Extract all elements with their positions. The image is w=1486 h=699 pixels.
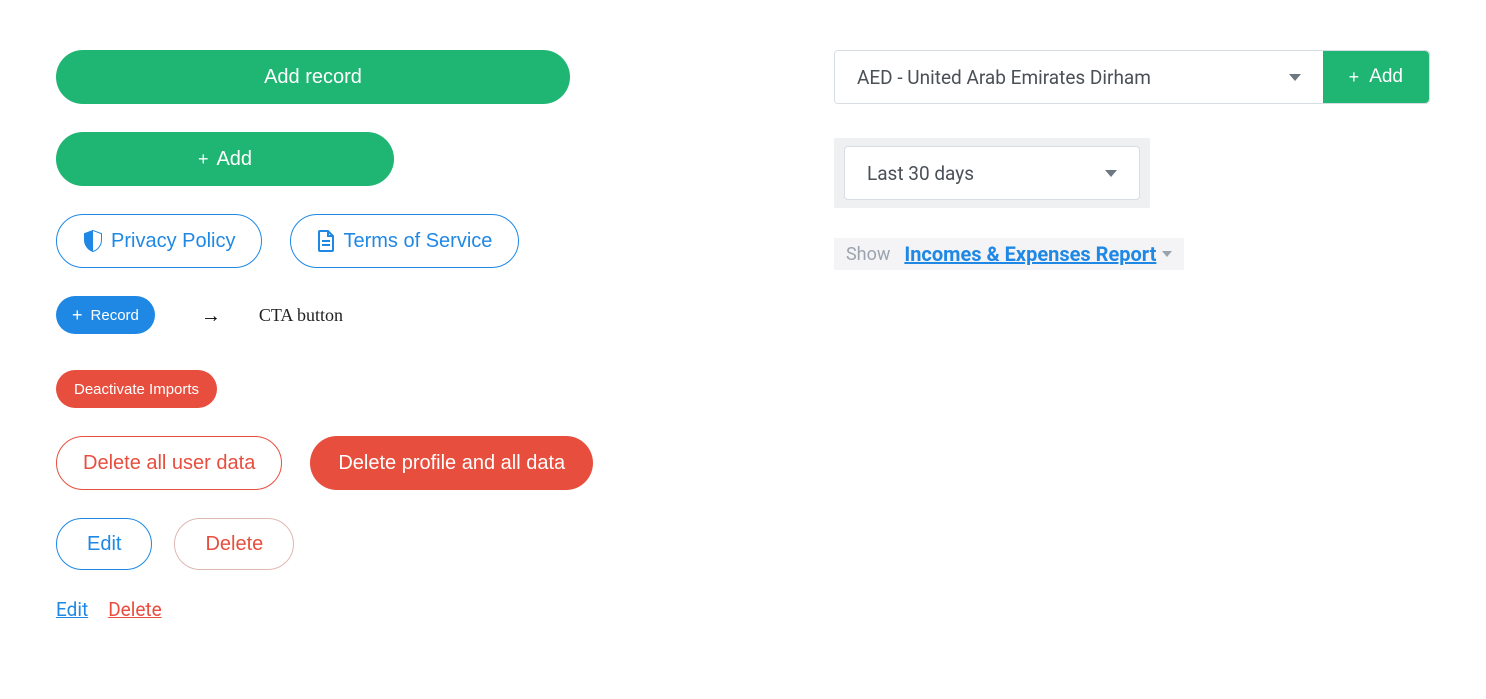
terms-label: Terms of Service (343, 230, 492, 253)
delete-profile-button[interactable]: Delete profile and all data (310, 436, 593, 490)
add-record-label: Add record (264, 66, 362, 89)
show-label: Show (846, 244, 890, 265)
period-select[interactable]: Last 30 days (844, 146, 1140, 200)
delete-label: Delete (205, 533, 263, 556)
arrow-right-icon: → (201, 303, 221, 328)
add-record-button[interactable]: Add record (56, 50, 570, 104)
shield-icon (83, 230, 103, 252)
add-label: Add (216, 148, 252, 171)
currency-selected-value: AED - United Arab Emirates Dirham (857, 66, 1151, 89)
document-icon (317, 230, 335, 252)
currency-select[interactable]: AED - United Arab Emirates Dirham (835, 51, 1323, 103)
chevron-down-icon (1162, 251, 1172, 257)
edit-label: Edit (87, 533, 121, 556)
report-select-link[interactable]: Incomes & Expenses Report (904, 242, 1172, 266)
deactivate-imports-button[interactable]: Deactivate Imports (56, 370, 217, 408)
deactivate-label: Deactivate Imports (74, 381, 199, 398)
record-cta-button[interactable]: + Record (56, 296, 155, 334)
delete-link[interactable]: Delete (108, 598, 162, 621)
plus-icon: + (1349, 67, 1360, 88)
delete-profile-label: Delete profile and all data (338, 452, 565, 475)
edit-link[interactable]: Edit (56, 598, 88, 621)
add-currency-button[interactable]: + Add (1323, 51, 1429, 103)
add-button[interactable]: + Add (56, 132, 394, 186)
privacy-policy-label: Privacy Policy (111, 230, 235, 253)
report-link-label: Incomes & Expenses Report (904, 242, 1156, 266)
delete-user-data-label: Delete all user data (83, 452, 255, 475)
delete-button[interactable]: Delete (174, 518, 294, 570)
edit-button[interactable]: Edit (56, 518, 152, 570)
delete-user-data-button[interactable]: Delete all user data (56, 436, 282, 490)
record-label: Record (91, 307, 139, 324)
chevron-down-icon (1105, 170, 1117, 177)
cta-annotation: CTA button (259, 305, 343, 326)
chevron-down-icon (1289, 74, 1301, 81)
terms-button[interactable]: Terms of Service (290, 214, 519, 268)
privacy-policy-button[interactable]: Privacy Policy (56, 214, 262, 268)
add-currency-label: Add (1369, 66, 1403, 88)
plus-icon: + (198, 149, 209, 170)
plus-icon: + (72, 305, 83, 326)
period-selected-value: Last 30 days (867, 162, 974, 185)
